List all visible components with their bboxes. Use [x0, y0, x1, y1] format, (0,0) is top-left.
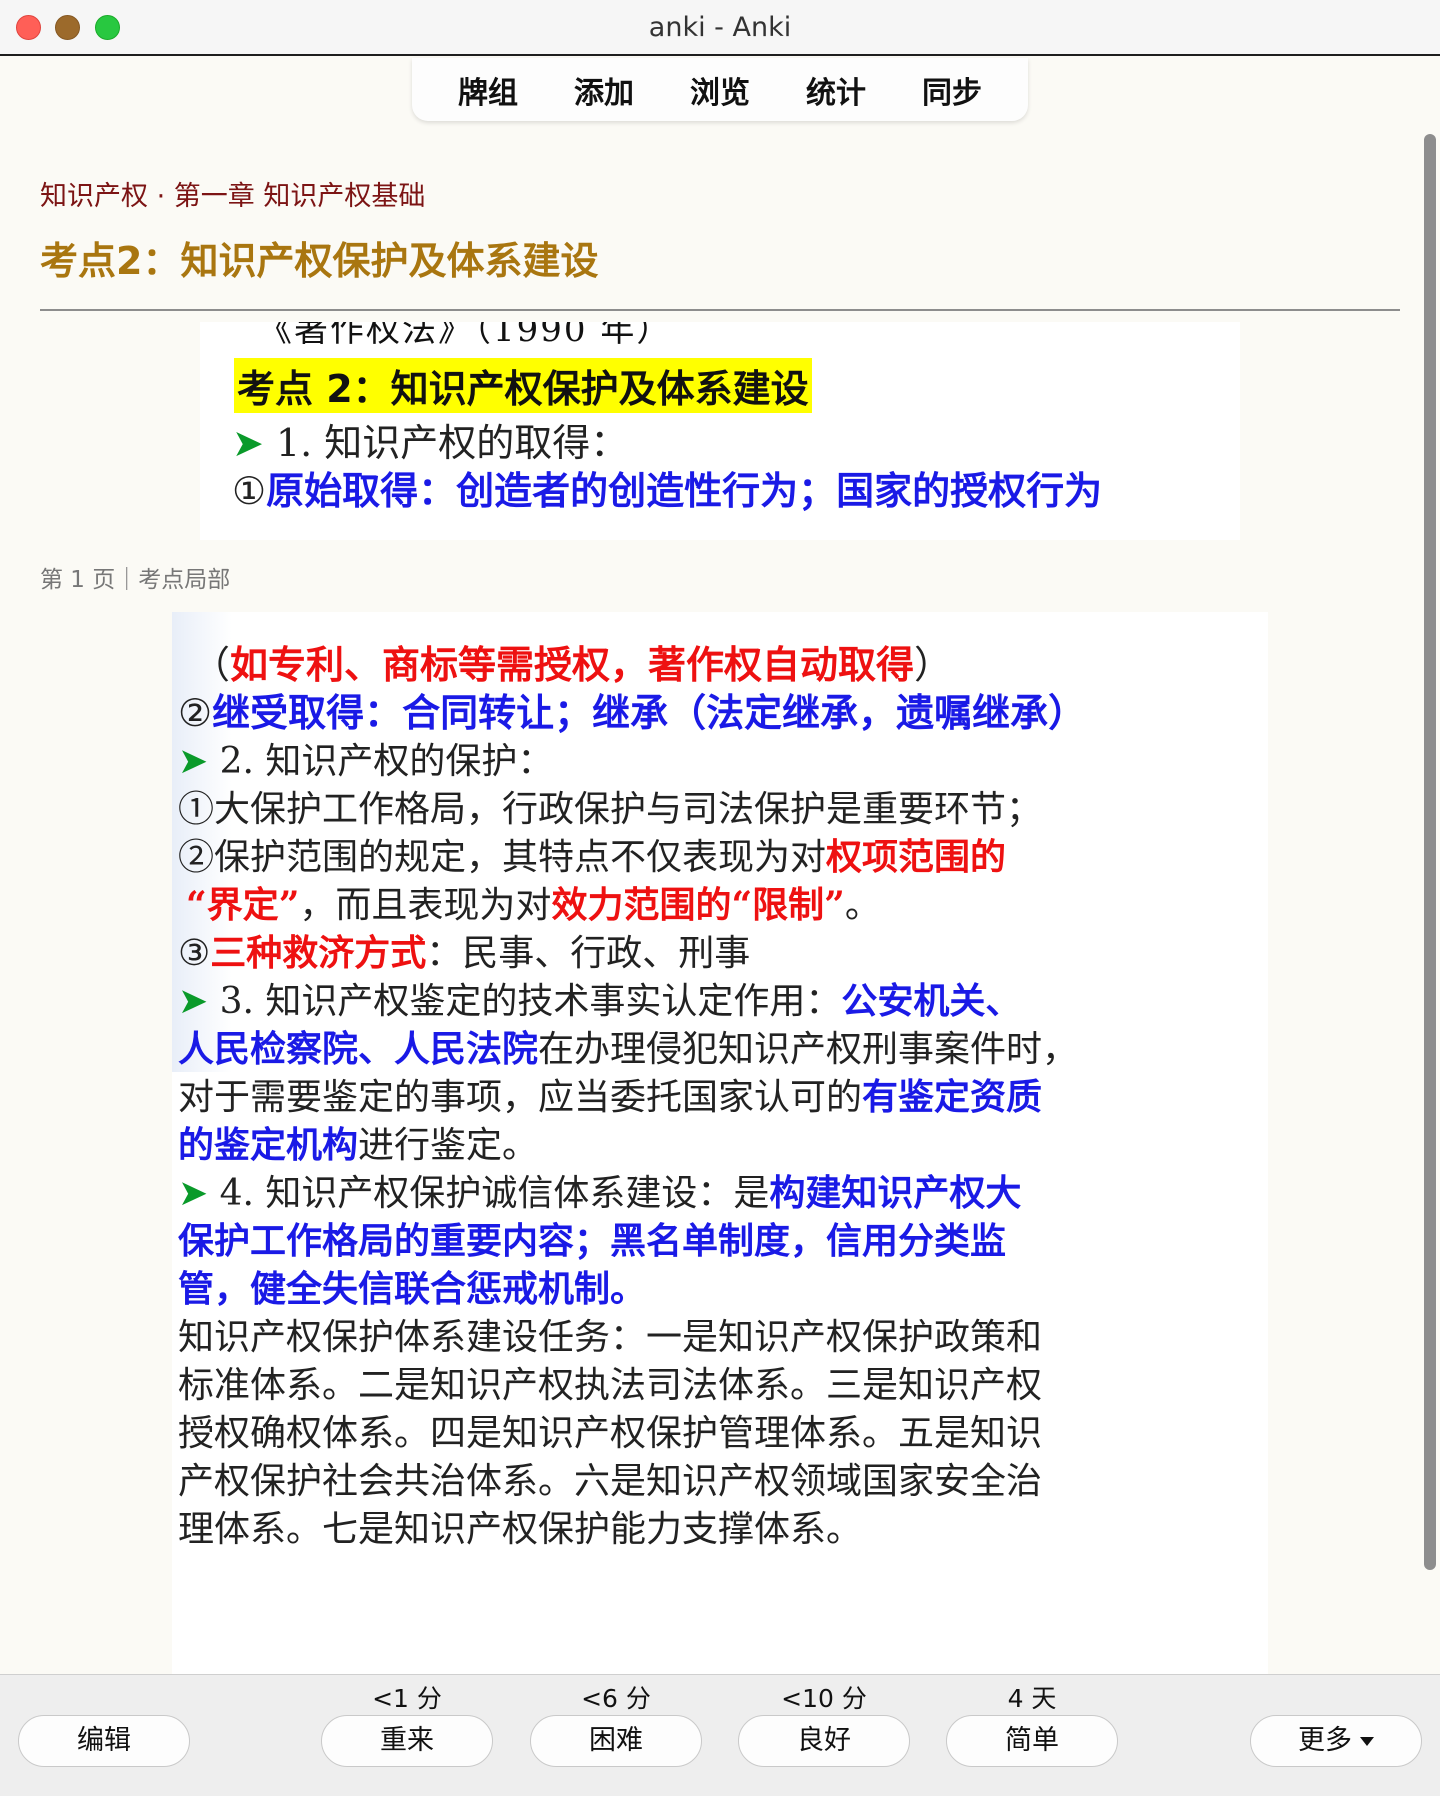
slide-image-1: 《著作权法》（1990 年） 考点 2：知识产权保护及体系建设 ➤ 1. 知识产… [200, 322, 1240, 540]
slide2-line-7: ③三种救济方式：民事、行政、刑事 [178, 932, 751, 974]
content-scrollbar[interactable] [1424, 134, 1436, 1570]
slide1-cut-line: 《著作权法》（1990 年） [258, 322, 673, 350]
slide2-line-17: 授权确权体系。四是知识产权保护管理体系。五是知识 [178, 1413, 1043, 1454]
slide2-line-18: 产权保护社会共治体系。六是知识产权领域国家安全治 [178, 1461, 1043, 1502]
card-content: 知识产权 · 第一章 知识产权基础 考点2：知识产权保护及体系建设 《著作权法》… [0, 122, 1424, 1674]
slide2-line-13: 保护工作格局的重要内容；黑名单制度，信用分类监 [178, 1220, 1007, 1262]
card-breadcrumb: 知识产权 · 第一章 知识产权基础 [40, 181, 426, 212]
toolbar-browse[interactable]: 浏览 [690, 68, 750, 112]
slide2-line-5: ②保护范围的规定，其特点不仅表现为对权项范围的 [178, 836, 1007, 878]
window-title: anki - Anki [648, 12, 792, 43]
slide2-line-14: 管，健全失信联合惩戒机制。 [178, 1268, 647, 1310]
slide2-line-10: 对于需要鉴定的事项，应当委托国家认可的有鉴定资质 [178, 1076, 1043, 1118]
slide2-line-8: ➤ 3. 知识产权鉴定的技术事实认定作用：公安机关、 [178, 980, 1022, 1022]
window-titlebar: anki - Anki [0, 0, 1440, 56]
answer-bar: 编辑 <1 分 重来 <6 分 困难 <10 分 良好 4 天 简单 更多 [0, 1674, 1440, 1796]
toolbar-stats[interactable]: 统计 [806, 68, 866, 112]
toolbar-add[interactable]: 添加 [574, 68, 634, 112]
heading-divider [40, 309, 1400, 311]
more-button[interactable]: 更多 [1250, 1715, 1422, 1767]
green-arrow-icon: ➤ [232, 421, 264, 465]
edit-button[interactable]: 编辑 [18, 1715, 190, 1767]
slide2-line-12: ➤ 4. 知识产权保护诚信体系建设：是构建知识产权大 [178, 1172, 1022, 1214]
slide2-line-16: 标准体系。二是知识产权执法司法体系。三是知识产权 [178, 1365, 1043, 1406]
slide2-line-1: （如专利、商标等需授权，著作权自动取得） [192, 642, 953, 687]
hard-button[interactable]: 困难 [530, 1715, 702, 1767]
chevron-down-icon [1360, 1737, 1374, 1746]
slide2-line-6: “界定”，而且表现为对效力范围的“限制”。 [186, 884, 881, 926]
slide1-highlight-title: 考点 2：知识产权保护及体系建设 [234, 358, 812, 413]
slide2-line-19: 理体系。七是知识产权保护能力支撑体系。 [178, 1509, 863, 1550]
green-arrow-icon: ➤ [178, 741, 209, 782]
toolbar-decks[interactable]: 牌组 [458, 68, 518, 112]
slide2-line-9: 人民检察院、人民法院在办理侵犯知识产权刑事案件时， [178, 1028, 1079, 1070]
slide2-line-11: 的鉴定机构进行鉴定。 [178, 1124, 539, 1166]
page-label: 第 1 页｜考点局部 [40, 567, 231, 593]
green-arrow-icon: ➤ [178, 981, 209, 1022]
card-heading: 考点2：知识产权保护及体系建设 [40, 239, 599, 283]
easy-interval: 4 天 [1007, 1684, 1057, 1713]
toolbar-sync[interactable]: 同步 [922, 68, 982, 112]
slide-image-2: （如专利、商标等需授权，著作权自动取得） ②继受取得：合同转让；继承（法定继承，… [172, 612, 1268, 1674]
slide2-line-15: 知识产权保护体系建设任务：一是知识产权保护政策和 [178, 1317, 1043, 1358]
main-toolbar: 牌组 添加 浏览 统计 同步 [412, 58, 1028, 121]
good-interval: <10 分 [781, 1684, 867, 1713]
green-arrow-icon: ➤ [178, 1173, 209, 1214]
easy-button[interactable]: 简单 [946, 1715, 1118, 1767]
good-button[interactable]: 良好 [738, 1715, 910, 1767]
slide1-acquire-title: ➤ 1. 知识产权的取得： [232, 421, 629, 465]
slide2-line-2: ②继受取得：合同转让；继承（法定继承，遗嘱继承） [178, 690, 1087, 735]
slide2-line-4: ①大保护工作格局，行政保护与司法保护是重要环节； [178, 789, 1043, 830]
slide2-line-3: ➤ 2. 知识产权的保护： [178, 741, 554, 782]
again-interval: <1 分 [372, 1684, 442, 1713]
hard-interval: <6 分 [581, 1684, 651, 1713]
slide1-original-acquisition: ①原始取得：创造者的创造性行为；国家的授权行为 [232, 468, 1103, 513]
again-button[interactable]: 重来 [321, 1715, 493, 1767]
